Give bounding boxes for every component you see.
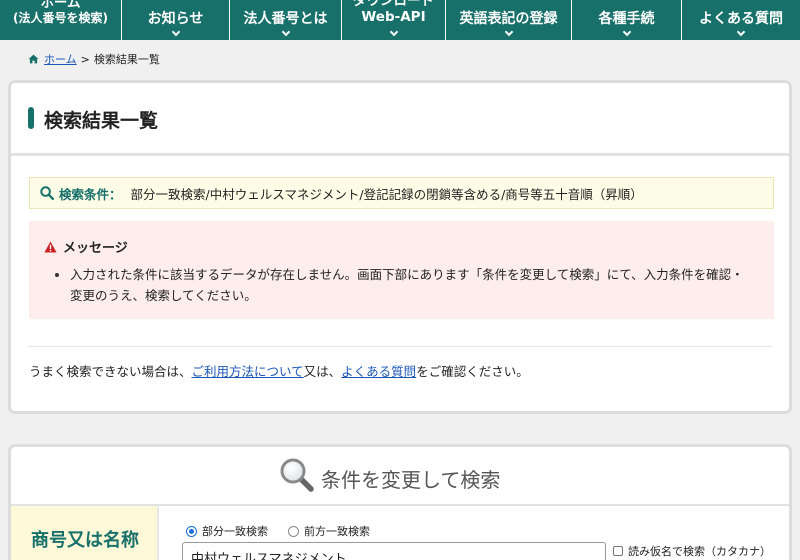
- radio-prefix-label[interactable]: 前方一致検索: [304, 523, 370, 539]
- chevron-down-icon: [171, 27, 180, 37]
- radio-partial-label[interactable]: 部分一致検索: [202, 523, 268, 539]
- nav-item-home-label: ホーム: [40, 0, 81, 11]
- help-mid: 又は、: [303, 364, 342, 379]
- field-label-cell: 商号又は名称: [11, 506, 157, 560]
- kana-checkbox[interactable]: [613, 546, 623, 556]
- nav-item-english[interactable]: 英語表記の登録: [446, 0, 572, 40]
- chevron-down-icon: [389, 27, 398, 37]
- bullet-icon: [55, 273, 59, 277]
- warning-icon: [44, 241, 57, 252]
- message-title: メッセージ: [63, 241, 128, 256]
- company-name-input[interactable]: [182, 542, 606, 560]
- home-icon: [28, 54, 39, 64]
- divider: [157, 506, 159, 560]
- help-suffix: をご確認ください。: [416, 364, 529, 379]
- search-condition-label: 検索条件：: [59, 186, 122, 202]
- message-header: メッセージ: [44, 237, 128, 256]
- nav-item-home-sublabel: (法人番号を検索): [13, 11, 108, 25]
- search-condition-value: 部分一致検索/中村ウェルスマネジメント/登記記録の閉鎖等含める/商号等五十音順（…: [130, 186, 643, 202]
- global-nav: ホーム (法人番号を検索) お知らせ 法人番号とは ダウンロード Web-API…: [0, 0, 800, 40]
- breadcrumb-home-link[interactable]: ホーム: [44, 51, 77, 67]
- breadcrumb-current: 検索結果一覧: [93, 53, 160, 66]
- breadcrumb-separator: >: [80, 52, 90, 66]
- nav-item-home[interactable]: ホーム (法人番号を検索): [0, 0, 122, 40]
- faq-link[interactable]: よくある質問: [341, 364, 416, 379]
- kana-search-option: 読み仮名で検索（カタカナ）: [613, 543, 771, 559]
- page-title: 検索結果一覧: [44, 110, 159, 132]
- divider: [28, 346, 772, 347]
- radio-prefix-match[interactable]: [288, 525, 299, 537]
- nav-item-english-label: 英語表記の登録: [459, 11, 558, 27]
- kana-checkbox-label[interactable]: 読み仮名で検索（カタカナ）: [628, 543, 771, 559]
- message-text: 入力された条件に該当するデータが存在しません。画面下部にあります「条件を変更して…: [70, 267, 744, 303]
- nav-item-download[interactable]: ダウンロード Web-API: [342, 0, 446, 40]
- chevron-down-icon: [622, 27, 631, 37]
- help-prefix: うまく検索できない場合は、: [29, 364, 192, 379]
- change-search-panel: 条件を変更して検索 商号又は名称 部分一致検索 前方一致検索 読み仮名で検索（カ…: [8, 444, 792, 560]
- change-search-title: 条件を変更して検索: [321, 468, 501, 492]
- nav-item-download-label: ダウンロード: [353, 0, 434, 9]
- chevron-down-icon: [281, 27, 290, 37]
- match-type-radios: 部分一致検索 前方一致検索: [186, 523, 390, 539]
- nav-item-news[interactable]: お知らせ: [122, 0, 230, 40]
- nav-item-faq-label: よくある質問: [699, 11, 783, 27]
- nav-item-download-sublabel: Web-API: [361, 9, 426, 25]
- nav-item-procedures[interactable]: 各種手続: [572, 0, 682, 40]
- magnifier-icon: [280, 458, 314, 492]
- nav-item-news-label: お知らせ: [147, 11, 204, 27]
- breadcrumb: ホーム > 検索結果一覧: [28, 51, 160, 67]
- chevron-down-icon: [504, 27, 513, 37]
- radio-partial-match[interactable]: [186, 525, 197, 537]
- field-label: 商号又は名称: [31, 530, 139, 551]
- search-icon: [40, 186, 54, 200]
- message-list-item: 入力された条件に該当するデータが存在しません。画面下部にあります「条件を変更して…: [55, 264, 745, 306]
- chevron-down-icon: [736, 27, 746, 37]
- usage-guide-link[interactable]: ご利用方法について: [192, 364, 304, 379]
- nav-item-faq[interactable]: よくある質問: [682, 0, 800, 40]
- nav-item-about-label: 法人番号とは: [243, 11, 328, 27]
- search-condition-box: 検索条件： 部分一致検索/中村ウェルスマネジメント/登記記録の閉鎖等含める/商号…: [29, 177, 774, 209]
- message-box: メッセージ 入力された条件に該当するデータが存在しません。画面下部にあります「条…: [29, 221, 774, 319]
- title-accent-bar: [28, 107, 34, 129]
- divider: [11, 153, 789, 156]
- nav-item-procedures-label: 各種手続: [598, 11, 655, 27]
- nav-item-about[interactable]: 法人番号とは: [230, 0, 342, 40]
- help-text: うまく検索できない場合は、ご利用方法について又は、よくある質問をご確認ください。: [29, 361, 529, 380]
- results-panel: 検索結果一覧 検索条件： 部分一致検索/中村ウェルスマネジメント/登記記録の閉鎖…: [8, 80, 792, 414]
